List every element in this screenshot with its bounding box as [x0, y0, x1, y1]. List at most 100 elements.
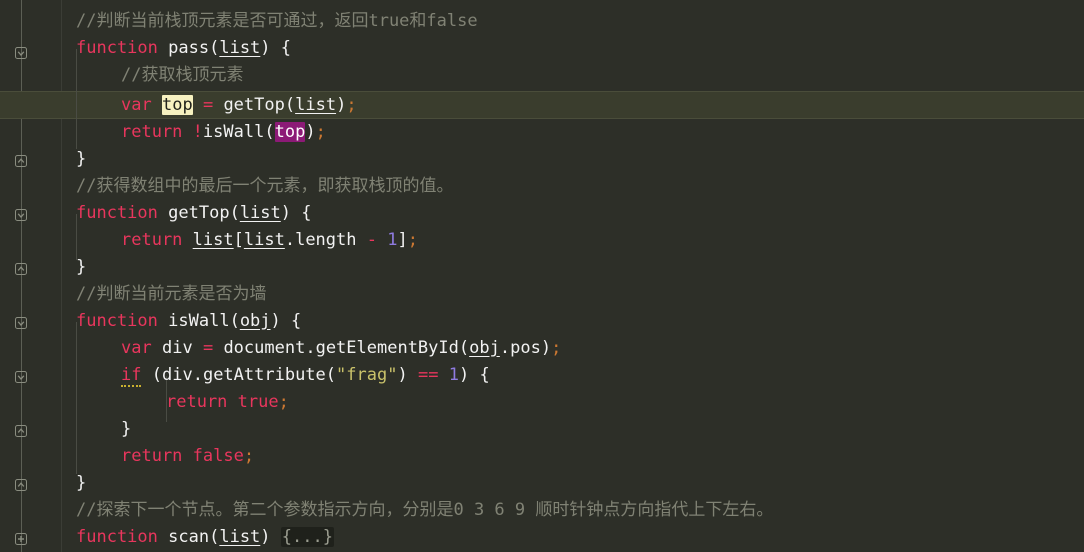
- code-token: .: [192, 365, 203, 385]
- code-line[interactable]: //获取栈顶元素: [62, 62, 243, 89]
- code-token: isWall: [168, 311, 230, 331]
- code-line[interactable]: function pass(list) {: [62, 35, 291, 62]
- code-line[interactable]: //获得数组中的最后一个元素，即获取栈顶的值。: [62, 173, 453, 200]
- code-token: .: [284, 230, 296, 250]
- symbol-occurrence-write: top: [161, 95, 193, 115]
- number-token: 1: [448, 365, 459, 385]
- code-token: (: [209, 527, 220, 547]
- code-line[interactable]: return list[list.length - 1];: [62, 227, 418, 254]
- code-line[interactable]: function scan(list) {...}: [62, 524, 334, 551]
- code-line-text: //获取栈顶元素: [62, 65, 243, 85]
- code-token: ;: [278, 392, 289, 412]
- code-line[interactable]: return true;: [62, 389, 289, 416]
- fold-end-icon[interactable]: [14, 424, 29, 439]
- parameter-token: obj: [469, 338, 500, 358]
- code-token: ): [397, 365, 408, 385]
- fold-end-icon[interactable]: [14, 478, 29, 493]
- code-line[interactable]: //判断当前元素是否为墙: [62, 281, 266, 308]
- code-line-text: return false;: [62, 446, 254, 466]
- parameter-token: list: [239, 203, 281, 223]
- number-token: 1: [387, 230, 398, 250]
- code-token: ;: [315, 122, 326, 142]
- code-token: div: [161, 338, 193, 358]
- fold-end-icon[interactable]: [14, 262, 29, 277]
- code-token: ;: [407, 230, 418, 250]
- code-token: ): [260, 527, 271, 547]
- code-line[interactable]: }: [62, 416, 131, 443]
- code-line[interactable]: //判断当前栈顶元素是否可通过，返回true和false: [62, 8, 478, 35]
- code-area[interactable]: //判断当前栈顶元素是否可通过，返回true和false function pas…: [0, 0, 1084, 552]
- code-line-text: }: [62, 149, 86, 169]
- code-token: }: [121, 419, 132, 439]
- code-token: (: [264, 122, 275, 142]
- code-token: ;: [243, 446, 255, 466]
- code-token: }: [76, 473, 87, 493]
- code-token: scan: [168, 527, 210, 547]
- code-token: ]: [397, 230, 408, 250]
- code-token: ): [458, 365, 470, 385]
- fold-expand-icon[interactable]: [14, 532, 29, 547]
- code-line[interactable]: }: [62, 470, 86, 497]
- code-token: getTop: [168, 203, 230, 223]
- fold-start-icon[interactable]: [14, 316, 29, 331]
- code-line-text: function getTop(list) {: [62, 203, 312, 223]
- code-token: ==: [417, 365, 439, 385]
- fold-end-icon[interactable]: [14, 154, 29, 169]
- fold-start-icon[interactable]: [14, 208, 29, 223]
- parameter-token: obj: [239, 311, 271, 331]
- code-line[interactable]: function isWall(obj) {: [62, 308, 301, 335]
- code-line[interactable]: if (div.getAttribute("frag") == 1) {: [62, 362, 490, 389]
- code-token: (: [458, 338, 470, 358]
- comment-token: //获得数组中的最后一个元素，即获取栈顶的值。: [76, 176, 454, 196]
- code-line[interactable]: return !isWall(top);: [62, 119, 326, 146]
- keyword-token: function: [76, 311, 158, 331]
- keyword-token: true: [237, 392, 279, 412]
- code-token: {: [291, 311, 302, 331]
- code-line-text: }: [62, 257, 86, 277]
- code-line[interactable]: var div = document.getElementById(obj.po…: [62, 335, 561, 362]
- code-editor[interactable]: //判断当前栈顶元素是否可通过，返回true和false function pas…: [0, 0, 1084, 552]
- code-line-text: //判断当前栈顶元素是否可通过，返回true和false: [62, 11, 478, 31]
- code-line[interactable]: }: [62, 146, 86, 173]
- code-line-text: }: [62, 473, 86, 493]
- code-token: }: [76, 149, 87, 169]
- code-line[interactable]: var top = getTop(list);: [62, 92, 357, 119]
- code-token: .: [305, 338, 316, 358]
- comment-token: //探索下一个节点。第二个参数指示方向，分别是0 3 6 9 顺时针钟点方向指代…: [76, 500, 774, 520]
- fold-start-icon[interactable]: [14, 46, 29, 61]
- code-token: getTop: [223, 95, 285, 115]
- code-line[interactable]: //探索下一个节点。第二个参数指示方向，分别是0 3 6 9 顺时针钟点方向指代…: [62, 497, 773, 524]
- folded-block-placeholder[interactable]: {...}: [280, 527, 334, 547]
- string-token: "frag": [336, 365, 398, 385]
- keyword-token: return: [121, 122, 183, 142]
- code-token: div: [161, 365, 193, 385]
- code-line-text: }: [62, 419, 131, 439]
- code-token: getElementById: [315, 338, 459, 358]
- code-line[interactable]: }: [62, 254, 86, 281]
- code-token: =: [202, 95, 214, 115]
- keyword-token: function: [76, 38, 158, 58]
- code-token: (: [325, 365, 337, 385]
- keyword-token: return: [166, 392, 228, 412]
- code-token: ): [305, 122, 316, 142]
- keyword-token: return: [121, 446, 183, 466]
- code-line-text: if (div.getAttribute("frag") == 1) {: [62, 365, 490, 387]
- fold-start-icon[interactable]: [14, 370, 29, 385]
- keyword-token: function: [76, 527, 158, 547]
- code-line-text: var top = getTop(list);: [62, 95, 357, 115]
- code-line[interactable]: return false;: [62, 443, 254, 470]
- code-line[interactable]: function getTop(list) {: [62, 200, 312, 227]
- code-token: document: [223, 338, 306, 358]
